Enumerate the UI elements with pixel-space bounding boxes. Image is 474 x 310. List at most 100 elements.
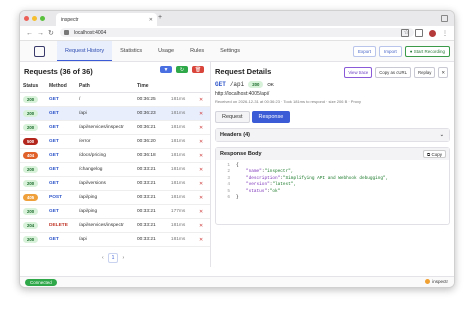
- table-row[interactable]: 200 GET/api/versions 00:33:21 181ms ✕: [20, 176, 210, 191]
- row-status-badge: 200: [23, 236, 39, 243]
- site-info-icon[interactable]: [64, 30, 69, 35]
- table-row[interactable]: 204 DELETE/api/services/inspectr 00:33:21 1…: [20, 218, 210, 233]
- profile-avatar[interactable]: [429, 29, 436, 37]
- json-key: "description": [246, 175, 281, 181]
- table-row[interactable]: 200 GET/api/services/inspectr 00:36:21 181m…: [20, 120, 210, 135]
- view-trace-button[interactable]: View trace: [344, 67, 373, 78]
- row-method: GET: [49, 167, 59, 172]
- page-number[interactable]: 1: [107, 253, 119, 263]
- request-url: http://localhost:4005/api/: [215, 91, 270, 97]
- delete-row-icon[interactable]: ✕: [199, 181, 203, 187]
- next-page-icon[interactable]: ›: [122, 255, 124, 261]
- col-time[interactable]: Time: [134, 80, 168, 93]
- row-duration: 181ms: [170, 237, 186, 242]
- row-status-badge: 204: [23, 222, 39, 229]
- table-row[interactable]: 200 GET/changelog 00:33:21 181ms ✕: [20, 162, 210, 177]
- row-status-badge: 200: [23, 180, 39, 187]
- delete-row-icon[interactable]: ✕: [199, 97, 203, 103]
- col-status[interactable]: Status: [20, 80, 46, 93]
- tab-search-icon[interactable]: [441, 15, 448, 22]
- clear-button[interactable]: 🗑: [192, 66, 204, 73]
- delete-row-icon[interactable]: ✕: [199, 209, 203, 215]
- row-time: 00:33:21: [137, 167, 156, 172]
- tab-request[interactable]: Request: [215, 111, 250, 123]
- delete-row-icon[interactable]: ✕: [199, 167, 203, 173]
- tab-response[interactable]: Response: [251, 111, 291, 123]
- delete-row-icon[interactable]: ✕: [199, 223, 203, 229]
- menu-kebab-icon[interactable]: ⋮: [442, 30, 448, 37]
- close-window-button[interactable]: [24, 16, 29, 21]
- maximize-window-button[interactable]: [40, 16, 45, 21]
- json-value: "ok": [269, 188, 281, 194]
- prev-page-icon[interactable]: ‹: [102, 255, 104, 261]
- row-time: 00:36:18: [137, 153, 156, 158]
- row-time: 00:33:21: [137, 237, 156, 242]
- table-row[interactable]: 200 GET / 00:36:25 181ms ✕: [20, 92, 210, 107]
- row-status-badge: 405: [23, 194, 39, 201]
- start-recording-button[interactable]: ● Start Recording: [404, 46, 450, 57]
- copy-body-button[interactable]: ⧉ Copy: [423, 150, 446, 158]
- browser-tab[interactable]: inspectr ✕: [56, 13, 157, 26]
- table-row[interactable]: 200 GET/api 00:36:23 181ms ✕: [20, 106, 210, 121]
- tab-settings[interactable]: Settings: [212, 41, 248, 61]
- close-tab-icon[interactable]: ✕: [149, 17, 153, 23]
- request-details-panel: Request Details View trace Copy as cURL …: [211, 62, 454, 267]
- headers-label: Headers (4): [220, 132, 250, 138]
- extensions-icon[interactable]: [401, 29, 409, 37]
- row-duration: 181ms: [170, 167, 186, 172]
- minimize-window-button[interactable]: [32, 16, 37, 21]
- new-tab-icon[interactable]: +: [158, 14, 162, 21]
- json-key: "status": [246, 188, 268, 194]
- reload-icon[interactable]: ↻: [48, 29, 54, 37]
- delete-row-icon[interactable]: ✕: [199, 153, 203, 159]
- row-time: 00:33:21: [137, 195, 156, 200]
- sidebar-icon[interactable]: [415, 29, 423, 37]
- tab-usage[interactable]: Usage: [150, 41, 182, 61]
- row-time: 00:33:21: [137, 209, 156, 214]
- row-path: /api: [79, 237, 87, 242]
- row-duration: 181ms: [170, 153, 186, 158]
- copy-curl-button[interactable]: Copy as cURL: [375, 67, 411, 78]
- table-row[interactable]: 405 POST/api/ping 00:33:21 181ms ✕: [20, 190, 210, 205]
- delete-row-icon[interactable]: ✕: [199, 195, 203, 201]
- replay-button[interactable]: Replay: [414, 67, 436, 78]
- forward-icon[interactable]: →: [37, 30, 44, 37]
- tab-statistics[interactable]: Statistics: [112, 41, 150, 61]
- headers-card[interactable]: Headers (4) ⌄: [215, 128, 450, 142]
- tab-request-history[interactable]: Request History: [57, 41, 113, 61]
- requests-panel: Requests (36 of 36) ▼ ↻ 🗑 Status Method …: [20, 62, 211, 267]
- tab-rules[interactable]: Rules: [182, 41, 212, 61]
- export-button[interactable]: Export: [352, 46, 376, 57]
- col-path[interactable]: Path: [76, 80, 134, 93]
- headers-toggle[interactable]: Headers (4) ⌄: [216, 129, 449, 141]
- row-path: /api/versions: [79, 181, 106, 186]
- row-method: POST: [49, 195, 63, 200]
- table-row[interactable]: 404 GET/docs/pricing 00:36:18 181ms ✕: [20, 148, 210, 163]
- response-body-code[interactable]: 1{2 "name": "inspectr", 3 "description": "S…: [216, 160, 449, 224]
- delete-row-icon[interactable]: ✕: [199, 139, 203, 145]
- close-details-icon[interactable]: ✕: [438, 67, 448, 78]
- table-row[interactable]: 200 GET/api/ping 00:33:21 177ms ✕: [20, 204, 210, 219]
- delete-row-icon[interactable]: ✕: [199, 125, 203, 131]
- import-button[interactable]: Import: [379, 46, 402, 57]
- table-row[interactable]: 500 GET/error 00:36:20 181ms ✕: [20, 134, 210, 149]
- row-method: GET: [49, 153, 59, 158]
- requests-header: Requests (36 of 36) ▼ ↻ 🗑: [20, 62, 210, 80]
- delete-row-icon[interactable]: ✕: [199, 237, 203, 243]
- row-time: 00:36:25: [137, 97, 156, 102]
- table-row[interactable]: 200 GET/api 00:33:21 181ms ✕: [20, 232, 210, 247]
- table-header-row: Status Method Path Time: [20, 80, 210, 93]
- details-actions: View trace Copy as cURL Replay ✕: [344, 67, 448, 78]
- url-field[interactable]: localhost:4004 ☆: [60, 28, 414, 37]
- status-text: OK: [267, 82, 274, 87]
- filter-button[interactable]: ▼: [160, 66, 172, 73]
- line-number: 3: [227, 175, 230, 181]
- row-status-badge: 404: [23, 152, 39, 159]
- delete-row-icon[interactable]: ✕: [199, 111, 203, 117]
- app-logo-icon[interactable]: [34, 45, 45, 57]
- browser-window: inspectr ✕ + ← → ↻ localhost:4004 ☆ ⋮ Re…: [19, 10, 455, 288]
- refresh-button[interactable]: ↻: [176, 66, 188, 73]
- col-method[interactable]: Method: [46, 80, 76, 93]
- json-key: "version": [246, 182, 270, 188]
- back-icon[interactable]: ←: [26, 30, 33, 37]
